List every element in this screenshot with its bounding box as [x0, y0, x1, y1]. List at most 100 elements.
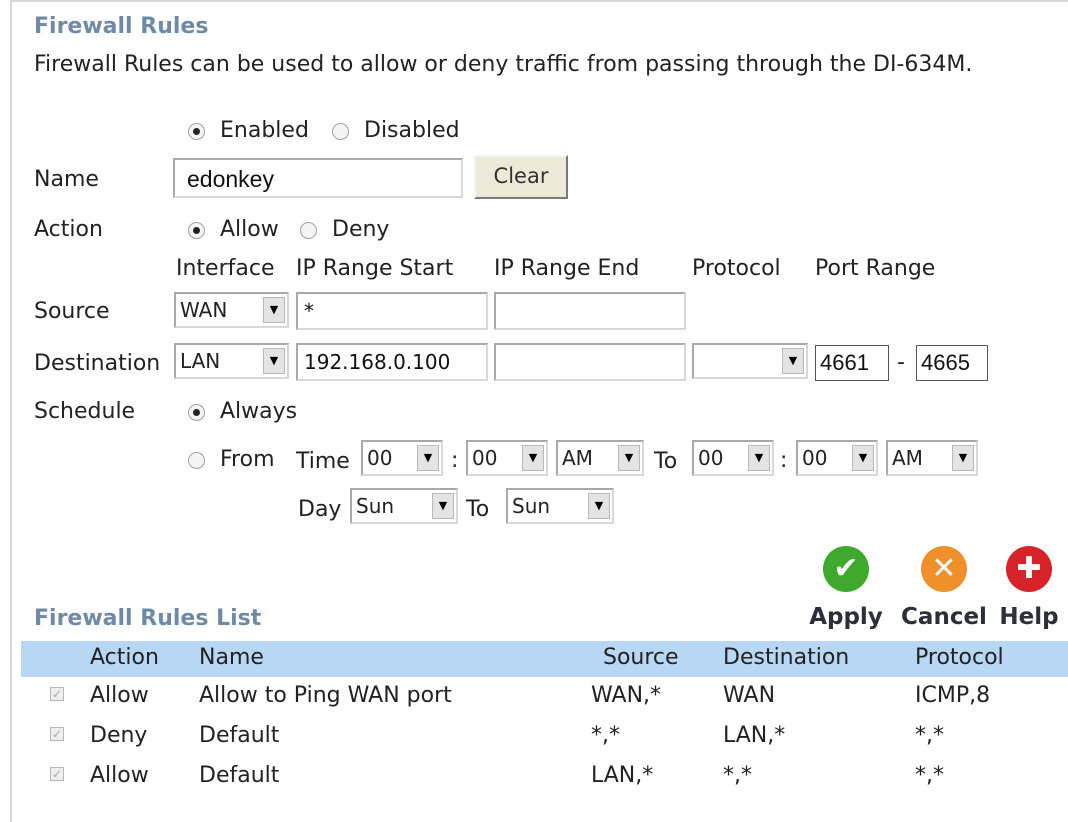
from-radio[interactable] [188, 451, 205, 469]
from-hour-value: 00 [367, 446, 393, 470]
source-interface-value: WAN [180, 298, 228, 322]
source-interface-select[interactable]: WAN ▼ [174, 292, 289, 328]
always-label: Always [220, 399, 298, 424]
schedule-label: Schedule [34, 399, 136, 424]
rules-list-header [21, 641, 1068, 677]
rule-name: Default [199, 763, 280, 788]
to-minute-select[interactable]: 00 ▼ [796, 440, 878, 476]
rule-name: Default [199, 723, 280, 748]
deny-radio[interactable] [300, 221, 317, 239]
port-start-input[interactable]: 4661 [815, 345, 889, 381]
destination-label: Destination [34, 351, 161, 376]
rule-disabled-option[interactable]: Disabled [332, 118, 460, 143]
enabled-radio[interactable] [188, 122, 205, 140]
rule-action: Allow [90, 763, 149, 788]
chevron-down-icon[interactable]: ▼ [432, 493, 454, 519]
from-minute-value: 00 [472, 446, 498, 470]
page-description: Firewall Rules can be used to allow or d… [34, 52, 973, 77]
destination-ip-start-input[interactable]: 192.168.0.100 [296, 343, 488, 381]
enabled-label: Enabled [220, 118, 309, 143]
disabled-radio[interactable] [332, 122, 349, 140]
to-hour-value: 00 [698, 446, 724, 470]
column-interface: Interface [176, 256, 275, 281]
apply-button[interactable]: ✔ Apply [798, 546, 894, 630]
port-end-input[interactable]: 4665 [916, 345, 988, 381]
disabled-label: Disabled [364, 118, 460, 143]
destination-interface-select[interactable]: LAN ▼ [174, 343, 289, 379]
chevron-down-icon[interactable]: ▼ [522, 445, 544, 471]
rule-source: *,* [591, 723, 620, 748]
allow-label: Allow [220, 217, 279, 242]
chevron-down-icon[interactable]: ▼ [782, 348, 804, 374]
rule-protocol: *,* [915, 723, 944, 748]
header-action: Action [90, 645, 159, 670]
rule-enabled-checkbox[interactable]: ✓ [50, 727, 64, 741]
rule-enabled-checkbox[interactable]: ✓ [50, 767, 64, 781]
header-destination: Destination [723, 645, 850, 670]
check-icon[interactable]: ✔ [823, 546, 869, 592]
from-label: From [220, 447, 275, 472]
schedule-from-option[interactable]: From [188, 447, 275, 472]
apply-label: Apply [809, 604, 883, 630]
action-deny-option[interactable]: Deny [300, 217, 389, 242]
x-icon[interactable]: ✕ [921, 546, 967, 592]
source-ip-start-input[interactable]: * [296, 292, 488, 330]
header-name: Name [199, 645, 264, 670]
clear-button[interactable]: Clear [474, 155, 568, 199]
chevron-down-icon[interactable]: ▼ [588, 493, 610, 519]
help-label: Help [999, 604, 1059, 630]
from-ampm-value: AM [562, 446, 593, 470]
day-from-select[interactable]: Sun ▼ [350, 488, 458, 524]
day-to-value: Sun [512, 494, 551, 518]
name-label: Name [34, 167, 99, 192]
column-ip-end: IP Range End [494, 256, 640, 281]
action-label: Action [34, 217, 103, 242]
chevron-down-icon[interactable]: ▼ [748, 445, 770, 471]
time-to-label: To [654, 449, 678, 474]
rule-destination: LAN,* [723, 723, 786, 748]
day-to-label: To [466, 497, 490, 522]
panel-frame [10, 0, 1068, 822]
deny-label: Deny [332, 217, 390, 242]
rule-enabled-checkbox[interactable]: ✓ [50, 687, 64, 701]
chevron-down-icon[interactable]: ▼ [952, 445, 974, 471]
to-minute-value: 00 [802, 446, 828, 470]
rule-action: Deny [90, 723, 148, 748]
destination-interface-value: LAN [180, 349, 221, 373]
to-ampm-select[interactable]: AM ▼ [886, 440, 978, 476]
chevron-down-icon[interactable]: ▼ [852, 445, 874, 471]
destination-ip-end-input[interactable] [494, 343, 686, 381]
chevron-down-icon[interactable]: ▼ [263, 348, 285, 374]
source-ip-end-input[interactable] [494, 292, 686, 330]
from-ampm-select[interactable]: AM ▼ [556, 440, 644, 476]
cancel-label: Cancel [901, 604, 987, 630]
always-radio[interactable] [188, 403, 205, 421]
header-source: Source [603, 645, 679, 670]
destination-protocol-select[interactable]: ▼ [692, 343, 808, 379]
day-to-select[interactable]: Sun ▼ [506, 488, 614, 524]
rule-source: WAN,* [591, 683, 662, 708]
help-button[interactable]: ✚ Help [995, 546, 1063, 630]
chevron-down-icon[interactable]: ▼ [417, 445, 439, 471]
rule-enabled-option[interactable]: Enabled [188, 118, 309, 143]
rule-protocol: *,* [915, 763, 944, 788]
from-minute-select[interactable]: 00 ▼ [466, 440, 548, 476]
rules-list-title: Firewall Rules List [34, 606, 262, 631]
to-hour-select[interactable]: 00 ▼ [692, 440, 774, 476]
column-port-range: Port Range [815, 256, 936, 281]
from-hour-select[interactable]: 00 ▼ [361, 440, 443, 476]
rule-action: Allow [90, 683, 149, 708]
day-from-value: Sun [356, 494, 395, 518]
action-allow-option[interactable]: Allow [188, 217, 279, 242]
chevron-down-icon[interactable]: ▼ [263, 297, 285, 323]
schedule-always-option[interactable]: Always [188, 399, 297, 424]
time-colon: : [780, 448, 788, 473]
rule-destination: *,* [723, 763, 752, 788]
chevron-down-icon[interactable]: ▼ [618, 445, 640, 471]
plus-icon[interactable]: ✚ [1006, 546, 1052, 592]
name-input[interactable]: edonkey [173, 158, 463, 198]
column-protocol: Protocol [692, 256, 781, 281]
cancel-button[interactable]: ✕ Cancel [893, 546, 995, 630]
source-label: Source [34, 299, 110, 324]
allow-radio[interactable] [188, 221, 205, 239]
